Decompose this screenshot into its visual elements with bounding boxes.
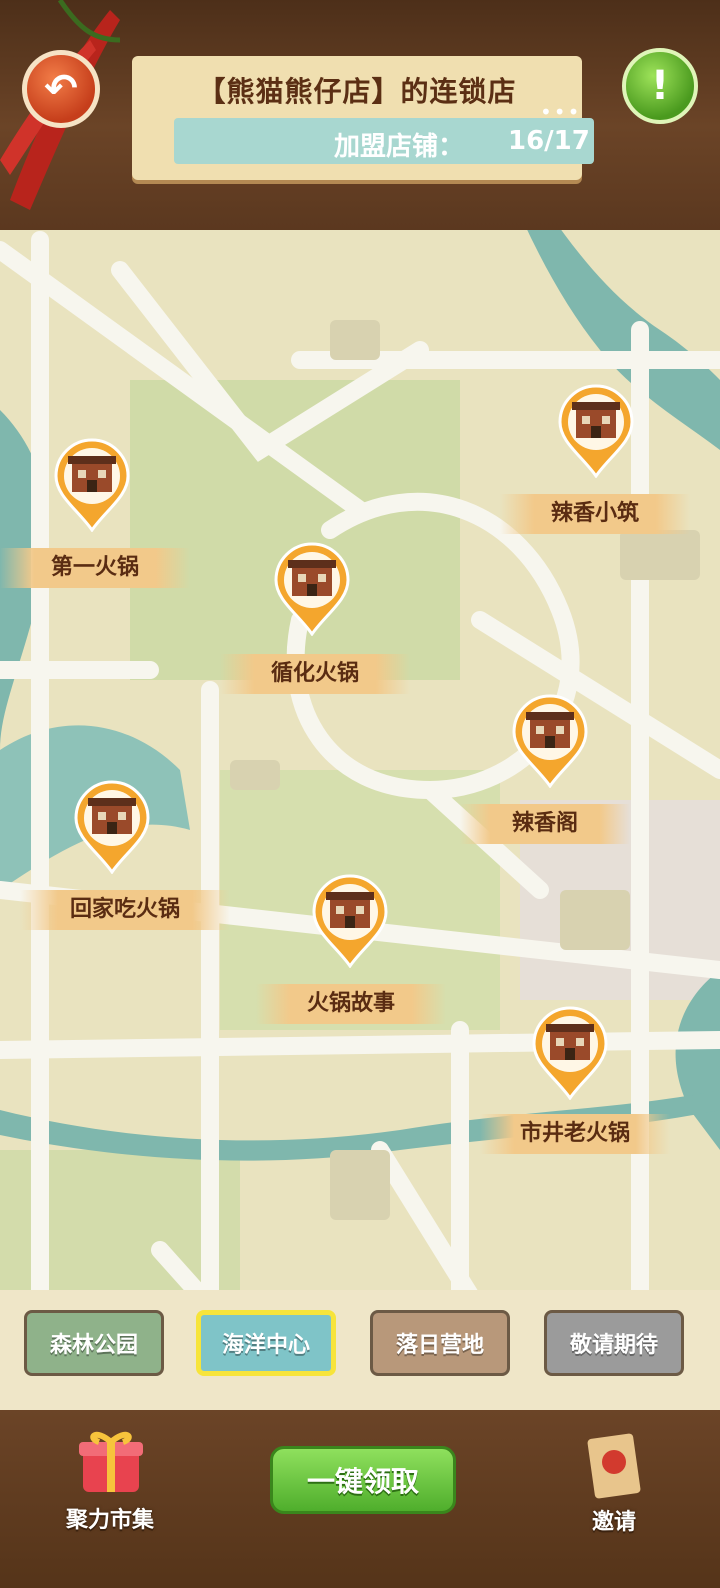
exclamation-icon: !: [650, 63, 670, 109]
tab-coming-soon[interactable]: 敬请期待: [544, 1310, 684, 1376]
back-button[interactable]: ↶: [22, 50, 100, 128]
store-building-icon: [558, 384, 634, 478]
help-button[interactable]: !: [622, 48, 698, 124]
store-name-label: 火锅故事: [256, 984, 446, 1024]
store-name-label: 回家吃火锅: [20, 890, 230, 930]
tab-sunset-camp[interactable]: 落日营地: [370, 1310, 510, 1376]
undo-arrow-icon: ↶: [44, 66, 78, 112]
chain-store-title-board: 【熊猫熊仔店】的连锁店 加盟店铺： 16/17: [132, 56, 594, 180]
store-building-icon: [54, 438, 130, 532]
claim-label: 一键领取: [306, 1465, 419, 1498]
page-title: 【熊猫熊仔店】的连锁店: [197, 75, 517, 108]
tab-ocean-center[interactable]: 海洋中心: [196, 1310, 336, 1376]
store-name-label: 辣香小筑: [500, 494, 690, 534]
store-name-label: 辣香阁: [460, 804, 630, 844]
franchise-count-bar: 加盟店铺： 16/17: [174, 118, 594, 164]
claim-all-button[interactable]: 一键领取: [270, 1446, 456, 1514]
invitation-scroll-icon: [587, 1433, 641, 1499]
store-pin[interactable]: [556, 382, 636, 478]
tab-label: 落日营地: [395, 1333, 484, 1358]
store-building-icon: [532, 1006, 608, 1100]
tab-label: 海洋中心: [221, 1333, 310, 1358]
gift-box-icon: [79, 1431, 143, 1492]
store-name-label: 市井老火锅: [480, 1114, 670, 1154]
invite-button[interactable]: 邀请: [566, 1432, 662, 1536]
store-building-icon: [312, 874, 388, 968]
store-pin[interactable]: [72, 778, 152, 874]
store-pin[interactable]: [310, 872, 390, 968]
tab-label: 敬请期待: [569, 1333, 658, 1358]
store-building-icon: [274, 542, 350, 636]
franchise-count: 16/17: [508, 126, 590, 156]
tab-forest-park[interactable]: 森林公园: [24, 1310, 164, 1376]
tab-label: 森林公园: [49, 1333, 138, 1358]
store-building-icon: [74, 780, 150, 874]
more-menu-icon[interactable]: •••: [540, 100, 581, 124]
store-pin[interactable]: [530, 1004, 610, 1100]
store-name-label: 第一火锅: [0, 548, 190, 588]
store-building-icon: [512, 694, 588, 788]
store-pin[interactable]: [272, 540, 352, 636]
franchise-label: 加盟店铺：: [334, 132, 465, 162]
market-button[interactable]: 聚力市集: [50, 1428, 170, 1534]
store-pin[interactable]: [52, 436, 132, 532]
store-name-label: 循化火锅: [220, 654, 410, 694]
invite-label: 邀请: [591, 1510, 636, 1535]
market-label: 聚力市集: [65, 1508, 154, 1533]
store-pin[interactable]: [510, 692, 590, 788]
